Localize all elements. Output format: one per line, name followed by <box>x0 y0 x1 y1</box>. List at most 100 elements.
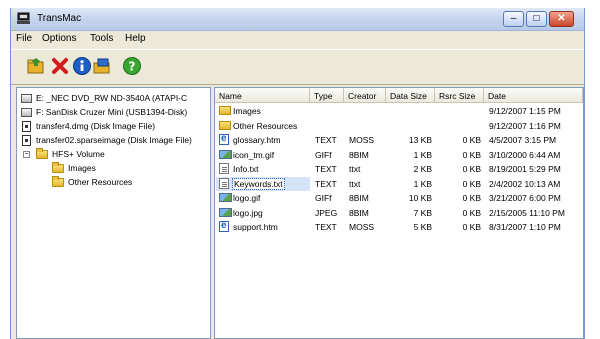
file-data-size: 1 KB <box>413 149 432 160</box>
file-list-pane[interactable]: Name Type Creator Data Size Rsrc Size Da… <box>214 87 584 339</box>
table-row[interactable]: Images 9/12/2007 1:15 PM <box>216 104 582 118</box>
file-rsrc-size: 0 KB <box>462 207 481 218</box>
file-creator: ttxt <box>349 178 361 189</box>
file-rsrc-size: 0 KB <box>462 178 481 189</box>
file-creator: 8BIM <box>349 149 369 160</box>
folder-tree-pane[interactable]: E: _NEC DVD_RW ND-3540A (ATAPI-C F: SanD… <box>16 87 211 339</box>
disk-image-icon <box>22 121 31 132</box>
table-row[interactable]: logo.gif GIFf 8BIM 10 KB 0 KB 3/21/2007 6:00 … <box>216 191 582 205</box>
menu-bar: File Options Tools Help <box>11 31 584 46</box>
file-type: TEXT <box>315 178 337 189</box>
file-type: GIFf <box>315 193 332 203</box>
menu-tools[interactable]: Tools <box>90 33 113 44</box>
file-date: 8/19/2001 5:29 PM <box>489 164 561 174</box>
folder-icon <box>219 120 231 130</box>
menu-options[interactable]: Options <box>42 33 76 44</box>
file-date: 3/10/2000 6:44 AM <box>489 149 561 160</box>
column-header-rsrc-size[interactable]: Rsrc Size <box>435 88 484 103</box>
maximize-icon: □ <box>533 13 540 24</box>
file-date: 3/21/2007 6:00 PM <box>489 193 561 203</box>
file-type: TEXT <box>315 135 337 145</box>
file-data-size: 10 KB <box>408 193 432 203</box>
file-creator: MOSS <box>349 135 375 145</box>
file-name: support.htm <box>233 222 278 232</box>
column-header-creator[interactable]: Creator <box>344 88 386 103</box>
file-data-size: 7 KB <box>413 207 432 218</box>
image-file-icon <box>219 193 232 202</box>
html-file-icon <box>219 133 229 145</box>
copy-folder-icon[interactable] <box>92 56 112 76</box>
file-creator: 8BIM <box>349 193 369 203</box>
file-rsrc-size: 0 KB <box>462 135 481 145</box>
file-name: glossary.htm <box>233 135 281 145</box>
file-data-size: 1 KB <box>413 178 432 189</box>
table-row[interactable]: Other Resources 9/12/2007 1:16 PM <box>216 119 582 133</box>
image-file-icon <box>219 149 232 159</box>
file-name: Info.txt <box>233 164 259 174</box>
text-file-icon <box>219 163 229 174</box>
file-type: TEXT <box>315 164 337 174</box>
table-row[interactable]: Info.txt TEXT ttxt 2 KB 0 KB 8/19/2001 5:29 P… <box>216 162 582 176</box>
file-date: 9/12/2007 1:16 PM <box>489 120 561 131</box>
table-row[interactable]: icon_tm.gif GIFf 8BIM 1 KB 0 KB 3/10/2000 6:4… <box>216 148 582 162</box>
folder-icon <box>52 176 64 187</box>
table-row[interactable]: Keywords.txt TEXT ttxt 1 KB 0 KB 2/4/2002 10:… <box>216 176 582 191</box>
file-name: Keywords.txt <box>232 177 285 190</box>
file-name: logo.jpg <box>233 207 263 218</box>
file-data-size: 5 KB <box>413 222 432 232</box>
html-file-icon <box>219 220 229 232</box>
file-name: Images <box>233 106 261 116</box>
main-window: TransMac – □ ✕ File Options Tools Help ?… <box>10 8 585 339</box>
file-type: GIFf <box>315 149 332 160</box>
file-data-size: 2 KB <box>413 164 432 174</box>
info-icon[interactable] <box>72 56 92 76</box>
disk-image-icon <box>22 135 31 146</box>
file-rsrc-size: 0 KB <box>462 149 481 160</box>
file-date: 2/4/2002 10:13 AM <box>489 178 561 189</box>
file-creator: MOSS <box>349 222 375 232</box>
table-row[interactable]: logo.jpg JPEG 8BIM 7 KB 0 KB 2/15/2005 11:10 … <box>216 206 582 220</box>
delete-x-icon[interactable] <box>50 56 70 76</box>
column-header-name[interactable]: Name <box>215 88 310 103</box>
drive-icon <box>21 108 32 117</box>
minimize-button[interactable]: – <box>503 11 524 27</box>
help-icon[interactable]: ? <box>122 56 142 76</box>
menu-help[interactable]: Help <box>125 33 146 44</box>
app-icon <box>17 12 30 24</box>
file-date: 8/31/2007 1:10 PM <box>489 222 561 232</box>
close-icon: ✕ <box>557 13 566 24</box>
file-date: 2/15/2005 11:10 PM <box>489 207 565 218</box>
file-type: JPEG <box>315 207 338 218</box>
drive-icon <box>21 94 32 103</box>
file-type: TEXT <box>315 222 337 232</box>
file-creator: 8BIM <box>349 207 369 218</box>
table-row[interactable]: glossary.htm TEXT MOSS 13 KB 0 KB 4/5/2007 3:… <box>216 133 582 147</box>
window-title: TransMac <box>37 13 82 24</box>
minimize-icon: – <box>510 13 517 24</box>
column-header-date[interactable]: Date <box>484 88 583 103</box>
text-file-icon <box>219 177 229 189</box>
open-folder-icon[interactable] <box>26 56 46 76</box>
file-rsrc-size: 0 KB <box>462 193 481 203</box>
column-header-type[interactable]: Type <box>310 88 344 103</box>
close-button[interactable]: ✕ <box>549 11 574 27</box>
file-rsrc-size: 0 KB <box>462 222 481 232</box>
column-header-data-size[interactable]: Data Size <box>386 88 435 103</box>
table-row[interactable]: support.htm TEXT MOSS 5 KB 0 KB 8/31/2007 1:1… <box>216 220 582 234</box>
file-data-size: 13 KB <box>408 135 432 145</box>
file-name: logo.gif <box>233 193 261 203</box>
file-rsrc-size: 0 KB <box>462 164 481 174</box>
folder-icon <box>36 148 48 159</box>
maximize-button[interactable]: □ <box>526 11 547 27</box>
collapse-icon[interactable]: − <box>23 151 30 158</box>
file-date: 4/5/2007 3:15 PM <box>489 135 557 145</box>
file-creator: ttxt <box>349 164 361 174</box>
file-name: icon_tm.gif <box>233 149 275 160</box>
svg-text:?: ? <box>129 60 136 74</box>
folder-icon <box>52 162 64 173</box>
title-bar[interactable]: TransMac – □ ✕ <box>11 8 584 31</box>
menu-file[interactable]: File <box>16 33 32 44</box>
image-file-icon <box>219 207 232 217</box>
folder-icon <box>219 106 231 115</box>
file-date: 9/12/2007 1:15 PM <box>489 106 561 116</box>
